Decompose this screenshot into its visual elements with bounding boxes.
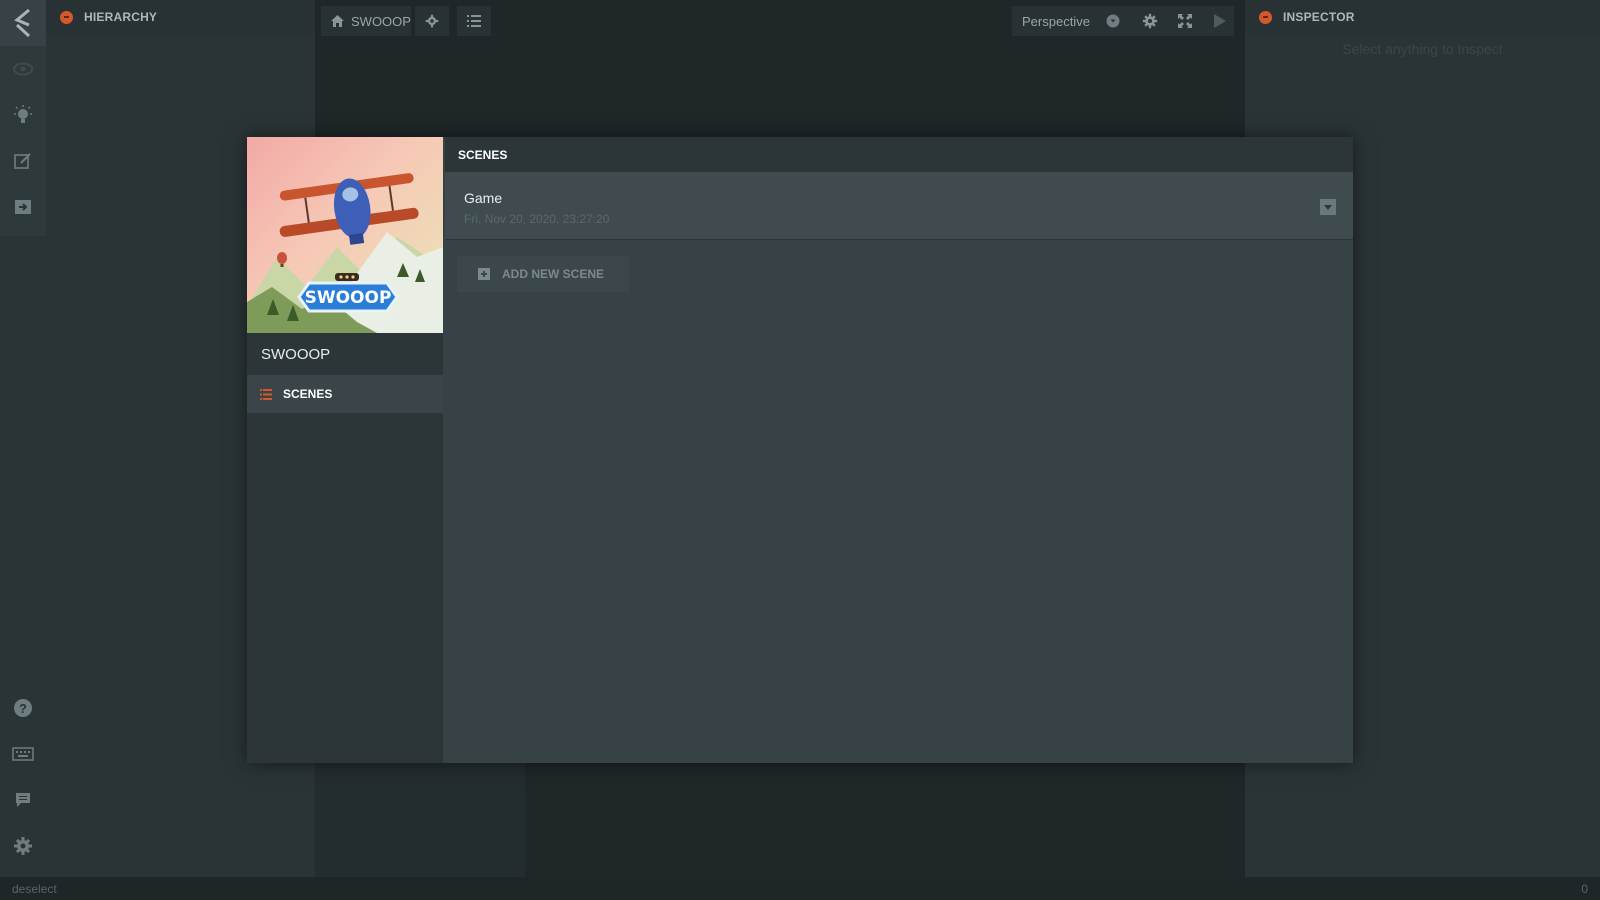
scenes-modal: SWOOOP SWOOOP SCENES SCENES Game Fri, No… xyxy=(247,137,1353,763)
gear-icon[interactable] xyxy=(0,823,46,869)
gear-icon xyxy=(425,14,439,28)
modal-content: SCENES Game Fri, Nov 20, 2020, 23:27:20 … xyxy=(445,137,1353,763)
modal-sidebar: SWOOOP SWOOOP SCENES xyxy=(247,137,443,763)
project-name: SWOOOP xyxy=(261,345,331,363)
left-toolbar: ? xyxy=(0,0,46,877)
project-label: SWOOOP xyxy=(351,13,411,29)
project-home-button[interactable]: SWOOOP xyxy=(321,6,411,36)
lightbulb-icon[interactable] xyxy=(0,92,46,138)
help-icon[interactable]: ? xyxy=(0,685,46,731)
toolbar-bottom-group: ? xyxy=(0,685,46,869)
hierarchy-title: HIERARCHY xyxy=(84,10,158,24)
fullscreen-icon[interactable] xyxy=(1177,14,1192,28)
edit-icon[interactable] xyxy=(0,138,46,184)
scenes-list-button[interactable] xyxy=(457,6,491,36)
status-count: 0 xyxy=(1581,881,1588,896)
status-bar: deselect 0 xyxy=(0,877,1600,900)
playcanvas-logo-icon[interactable] xyxy=(0,0,46,46)
nav-scenes-label: SCENES xyxy=(283,387,333,401)
inspector-title: INSPECTOR xyxy=(1283,10,1355,24)
scene-row[interactable]: Game Fri, Nov 20, 2020, 23:27:20 xyxy=(445,172,1353,240)
keyboard-icon[interactable] xyxy=(0,731,46,777)
list-icon xyxy=(260,388,272,400)
inspector-hint: Select anything to Inspect xyxy=(1342,41,1503,57)
publish-icon[interactable] xyxy=(0,184,46,230)
thumbnail-logo-text: SWOOOP xyxy=(305,288,392,308)
add-new-scene-label: ADD NEW SCENE xyxy=(502,267,605,281)
camera-controls: Perspective xyxy=(1012,6,1234,36)
nav-item-scenes[interactable]: SCENES xyxy=(247,375,443,413)
play-icon[interactable] xyxy=(1213,14,1226,28)
gear-icon[interactable] xyxy=(1142,13,1158,29)
project-settings-button[interactable] xyxy=(415,6,449,36)
collapse-icon[interactable] xyxy=(60,10,73,24)
camera-dropdown-icon[interactable] xyxy=(1106,14,1120,28)
viewport-lower-strip xyxy=(315,762,525,877)
toolbar-top-group xyxy=(0,0,46,236)
scene-dropdown-icon[interactable] xyxy=(1320,199,1336,215)
inspector-header: INSPECTOR xyxy=(1245,0,1600,34)
status-text: deselect xyxy=(12,881,57,896)
scene-name: Game xyxy=(464,190,503,206)
add-new-scene-button[interactable]: ADD NEW SCENE xyxy=(457,256,629,292)
hierarchy-header: HIERARCHY xyxy=(46,0,315,34)
list-icon xyxy=(467,15,481,27)
plus-icon xyxy=(478,268,490,280)
modal-header: SCENES xyxy=(445,137,1353,172)
camera-select[interactable]: Perspective xyxy=(1022,14,1090,29)
project-thumbnail: SWOOOP xyxy=(247,137,443,333)
chat-icon[interactable] xyxy=(0,777,46,823)
svg-text:?: ? xyxy=(19,701,27,716)
viewport-toolbar: SWOOOP Perspective xyxy=(315,0,1245,42)
collapse-icon[interactable] xyxy=(1259,10,1272,24)
scene-date: Fri, Nov 20, 2020, 23:27:20 xyxy=(464,212,610,226)
home-icon xyxy=(331,15,344,27)
eye-icon[interactable] xyxy=(0,46,46,92)
